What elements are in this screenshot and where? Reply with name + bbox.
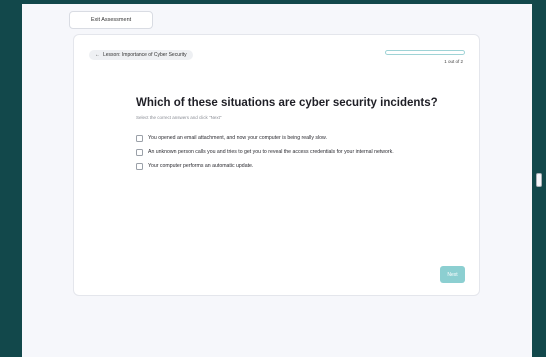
question-instruction: Select the correct answers and click "Ne… — [136, 115, 222, 120]
answer-label: An unknown person calls you and tries to… — [148, 149, 394, 155]
answer-checkbox[interactable] — [136, 162, 143, 170]
side-panel-handle[interactable] — [536, 173, 542, 187]
question-card: ← Lesson: Importance of Cyber Security 1… — [73, 34, 480, 296]
answer-option[interactable]: Your computer performs an automatic upda… — [136, 162, 394, 170]
question-title: Which of these situations are cyber secu… — [136, 97, 438, 109]
next-button[interactable]: Next — [440, 266, 465, 283]
answer-option[interactable]: An unknown person calls you and tries to… — [136, 148, 394, 156]
breadcrumb-label: Lesson: Importance of Cyber Security — [103, 52, 187, 58]
arrow-left-icon: ← — [95, 52, 100, 58]
progress-bar — [385, 50, 465, 55]
answer-label: Your computer performs an automatic upda… — [148, 163, 254, 169]
assessment-page: Exit Assessment ← Lesson: Importance of … — [22, 4, 532, 357]
answer-option[interactable]: You opened an email attachment, and now … — [136, 134, 394, 142]
exit-assessment-button[interactable]: Exit Assessment — [69, 11, 153, 29]
answer-label: You opened an email attachment, and now … — [148, 135, 327, 141]
answer-options: You opened an email attachment, and now … — [136, 134, 394, 176]
answer-checkbox[interactable] — [136, 148, 143, 156]
progress-label: 1 out of 2 — [444, 59, 463, 64]
lesson-breadcrumb[interactable]: ← Lesson: Importance of Cyber Security — [89, 50, 193, 60]
answer-checkbox[interactable] — [136, 134, 143, 142]
